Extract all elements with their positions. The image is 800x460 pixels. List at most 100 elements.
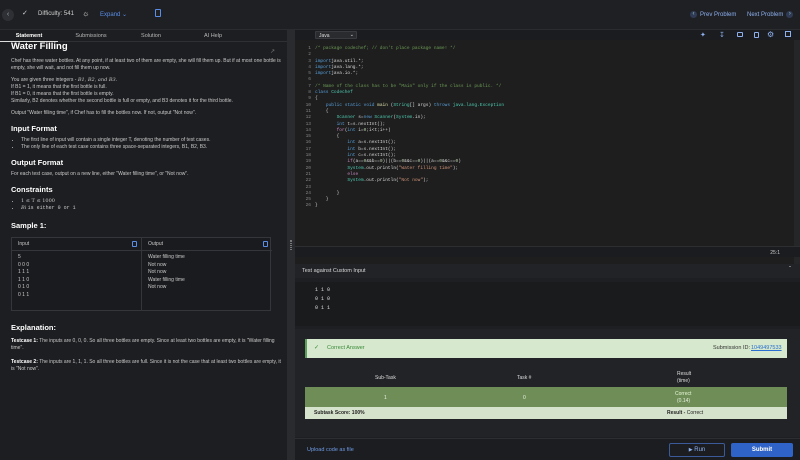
fullscreen-icon[interactable] (785, 31, 791, 37)
sample-output-line: Not now (148, 269, 167, 276)
copy-code-icon[interactable] (754, 32, 759, 38)
run-button[interactable]: ▶ Run (669, 443, 725, 457)
constraint-2-text: is either 0 or 1 (27, 205, 76, 211)
input-bullet-2: The only line of each test case contains… (21, 144, 281, 151)
subtask-score: Subtask Score: 100% (314, 410, 365, 416)
submission-id-label: Submission ID: (713, 345, 750, 351)
sample-input-values: 50 0 01 1 11 1 00 1 00 1 1 (12, 251, 142, 310)
back-button[interactable]: ‹ (2, 9, 14, 21)
language-select[interactable]: Java ⌄ (315, 31, 357, 39)
code-token: /* package codechef; // don't place pack… (315, 46, 456, 51)
expand-dropdown[interactable]: Expand ⌄ (100, 11, 127, 18)
panel-divider[interactable] (287, 30, 295, 460)
copy-output-icon[interactable] (263, 241, 268, 247)
code-token: &&c== (404, 159, 418, 165)
input-format-list: The first line of input will contain a s… (11, 137, 281, 151)
code-token: (a== (352, 159, 364, 165)
next-problem-button[interactable]: Next Problem › (747, 11, 794, 18)
editor-toolbar: Java ⌄ ✦ ↧ ⚙ (295, 30, 800, 40)
bookmark-icon[interactable] (155, 9, 161, 17)
copy-input-icon[interactable] (132, 241, 137, 247)
row-result: Correct (675, 391, 692, 397)
submission-id-link[interactable]: 1049497533 (751, 345, 782, 351)
col-result: Result (677, 371, 692, 377)
code-editor[interactable]: 1 2 3 4 5 6 7 8 9 10 11 12 13 14 15 16 17 18 19 20 21 22 23 24 2… (295, 40, 800, 276)
sample-box: Input Output 50 0 01 1 11 1 00 1 00 1 1 … (11, 237, 272, 311)
code-token: s= (355, 115, 364, 121)
comment-icon[interactable] (737, 32, 743, 37)
output-line: Output "Water filling time", if Chef has… (11, 110, 197, 116)
code-token: } (315, 203, 318, 209)
play-icon: ▶ (688, 447, 693, 453)
custom-input-line: 1 1 0 (315, 287, 331, 293)
editor-status-bar: 25:1 (295, 246, 800, 257)
code-token: throws (433, 102, 451, 108)
code-token: t=s.nextInt(); (344, 121, 386, 127)
final-result-value: Correct (686, 410, 704, 416)
theme-toggle-icon[interactable]: ☼ (82, 9, 89, 18)
code-token: java.util.*; (331, 58, 364, 64)
similarly-line: Similarly, B2 denotes whether the second… (11, 98, 233, 104)
final-result: Result - Correct (667, 410, 703, 416)
upload-file-link[interactable]: Upload code as file (307, 447, 354, 453)
sample-input-line: 0 0 0 (18, 261, 30, 268)
testcase-1-label: Testcase 1: (11, 338, 38, 344)
code-area[interactable]: /* package codechef; // don't place pack… (315, 46, 504, 210)
input-bullet-1: The first line of input will contain a s… (21, 137, 281, 144)
code-line[interactable]: } (315, 203, 504, 209)
code-token: System (347, 178, 364, 184)
chevron-right-icon: › (786, 11, 794, 18)
next-problem-label: Next Problem (747, 11, 784, 18)
code-token: int (347, 140, 356, 146)
settings-icon[interactable]: ⚙ (767, 30, 774, 39)
cursor-position: 25:1 (770, 250, 780, 256)
download-icon[interactable]: ↧ (719, 31, 725, 39)
chevron-up-icon[interactable]: ˆ (789, 267, 791, 273)
custom-input-header[interactable]: Test against Custom Input ˆ (295, 264, 800, 278)
submit-button[interactable]: Submit (731, 443, 793, 457)
code-token: new (363, 115, 372, 121)
col-result-time: (time) (677, 378, 690, 384)
prev-problem-button[interactable]: ‹ Prev Problem (690, 11, 736, 18)
editor-scrollbar[interactable] (794, 40, 800, 276)
final-result-label: Result - (667, 410, 686, 416)
code-token: { (315, 108, 329, 114)
code-token: public static void (325, 102, 375, 108)
custom-input-area[interactable]: 1 1 0 0 1 0 0 1 1 (295, 282, 800, 326)
testcase-1-body: The inputs are 0, 0, 0. So all three bot… (11, 338, 275, 351)
code-token: ;i<t;i++) (366, 127, 391, 133)
col-task: Task # (517, 375, 532, 381)
line-numbers: 1 2 3 4 5 6 7 8 9 10 11 12 13 14 15 16 17 18 19 20 21 22 23 24 2… (295, 40, 315, 276)
code-token: Scanner (371, 115, 394, 121)
code-token: System (396, 115, 413, 121)
code-token: /* Name of the class has to be "Main" on… (315, 83, 502, 89)
drag-handle-icon[interactable] (290, 240, 292, 250)
sample-input-line: 0 1 1 (18, 291, 30, 298)
magic-wand-icon[interactable]: ✦ (700, 31, 706, 39)
code-token: Codechef (328, 90, 353, 96)
code-token: ); (452, 165, 459, 171)
code-token: )||(a== (420, 159, 440, 165)
sample-output-line: Water filling time (148, 254, 185, 260)
chevron-down-icon: ⌄ (122, 12, 128, 18)
code-token: int (336, 121, 345, 127)
code-token: ); (423, 178, 429, 184)
custom-input-line: 0 1 0 (315, 296, 331, 302)
code-token: "Water filling time" (398, 165, 453, 171)
given-vars: B1, B2, and B3. (77, 77, 118, 83)
given-text: You are given three integers - (11, 77, 77, 83)
code-token: a=s.nextInt(); (355, 140, 397, 146)
code-token: import (315, 58, 332, 64)
explanation-heading: Explanation: (11, 323, 57, 332)
sample-input-line: 1 1 0 (18, 276, 30, 283)
code-token: java.lang.*; (331, 64, 364, 70)
col-subtask: Sub-Task (375, 375, 396, 381)
code-token: .out.println( (363, 178, 399, 184)
if-full-line: If B1 = 1, it means that the first bottl… (11, 84, 107, 90)
code-line[interactable]: public static void main (String[] args) … (315, 103, 504, 109)
code-token: int (347, 146, 356, 152)
code-token: "Not now" (398, 178, 424, 184)
